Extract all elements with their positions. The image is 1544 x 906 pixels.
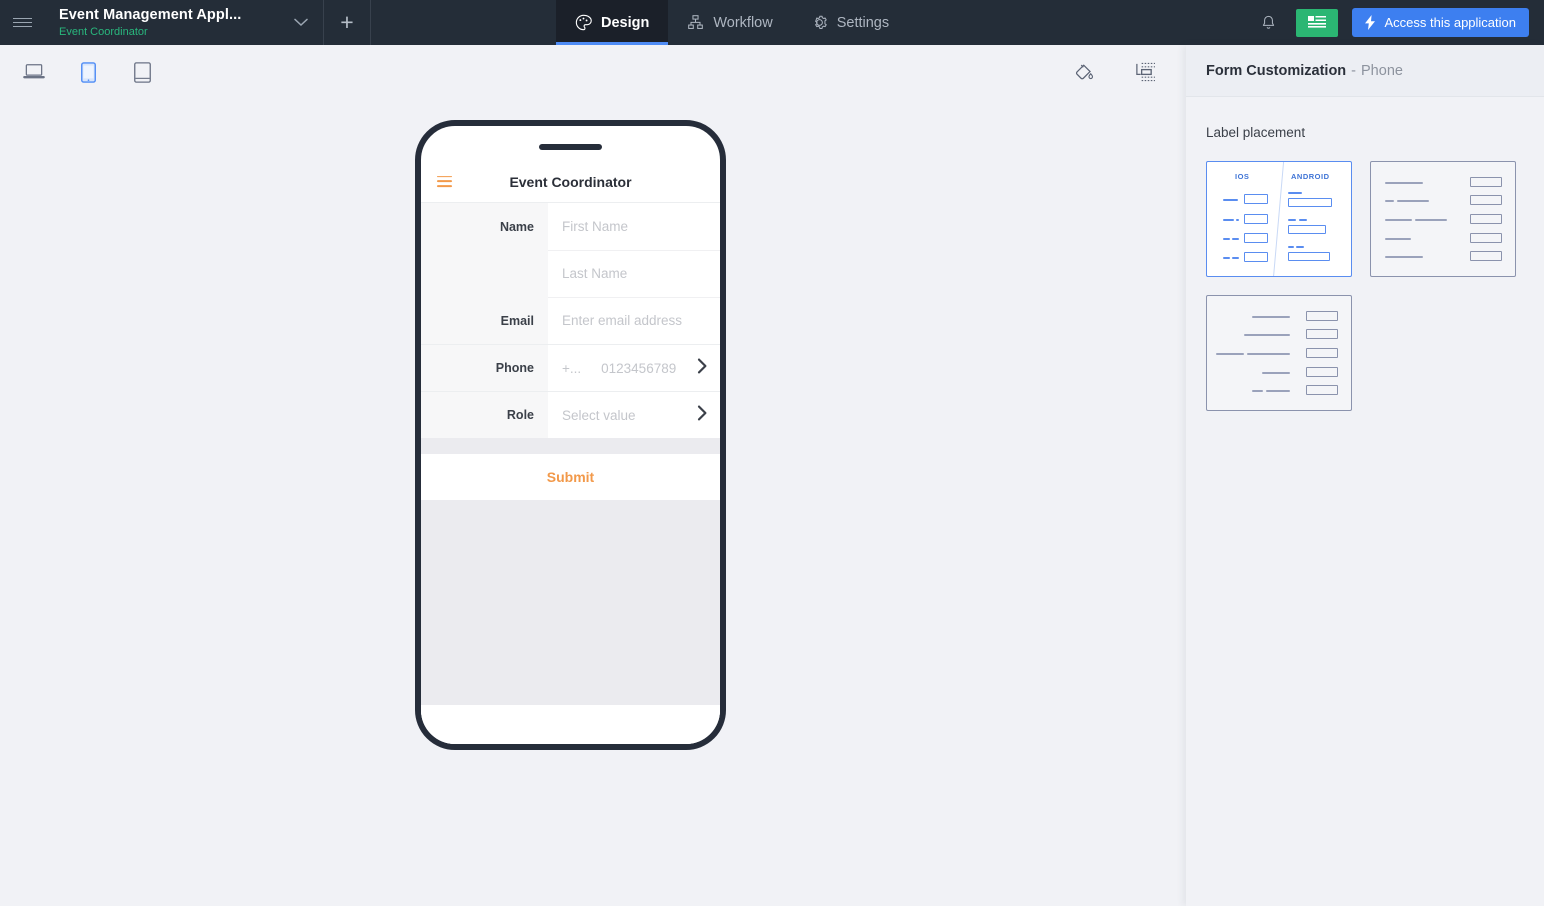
label-placement-card-right-aligned[interactable] [1206, 295, 1352, 411]
label-placement-options: IOS ANDROID [1186, 140, 1544, 411]
card-divider [1273, 161, 1285, 277]
hamburger-icon [13, 15, 32, 30]
field-input-email[interactable]: Enter email address [548, 313, 720, 328]
form-spacer [421, 438, 720, 454]
main-tabs: Design Workflow Settings [556, 0, 908, 45]
panel-header: Form Customization - Phone [1186, 45, 1544, 97]
field-country-code-phone: +... [562, 361, 581, 376]
access-application-label: Access this application [1384, 15, 1516, 30]
form-empty-area [421, 500, 720, 705]
field-input-first-name[interactable]: First Name [548, 219, 720, 234]
add-application-button[interactable]: + [324, 0, 371, 45]
tab-workflow[interactable]: Workflow [668, 0, 791, 45]
tablet-icon [134, 62, 151, 83]
field-placeholder-phone: 0123456789 [601, 361, 676, 376]
article-card-icon [1307, 15, 1327, 30]
gear-icon [811, 14, 828, 31]
palette-icon [575, 14, 592, 31]
card-label-ios: IOS [1235, 172, 1249, 181]
field-label-empty [421, 250, 548, 297]
field-divider [548, 250, 720, 251]
panel-title: Form Customization [1206, 63, 1346, 79]
field-label-name: Name [421, 203, 548, 250]
phone-icon [81, 62, 96, 83]
form-row-role: Role Select value [421, 391, 720, 438]
app-root: Event Management Appl... Event Coordinat… [0, 0, 1544, 906]
phone-menu-button[interactable] [437, 173, 452, 191]
label-placement-card-left-aligned[interactable] [1370, 161, 1516, 277]
theme-fill-button[interactable] [1070, 58, 1098, 86]
bolt-icon [1365, 15, 1376, 30]
panel-title-separator: - [1351, 63, 1356, 79]
chevron-right-icon[interactable] [697, 358, 708, 379]
tab-design-label: Design [601, 15, 649, 31]
device-tablet-button[interactable] [128, 58, 156, 86]
form-row-phone: Phone +... 0123456789 [421, 344, 720, 391]
field-input-phone[interactable]: +... 0123456789 [548, 358, 720, 379]
form-row-last-name: Last Name [421, 250, 720, 297]
form-row-email: Email Enter email address [421, 297, 720, 344]
label-placement-card-ios-android[interactable]: IOS ANDROID [1206, 161, 1352, 277]
field-label-phone: Phone [421, 345, 548, 391]
field-input-role[interactable]: Select value [548, 405, 720, 426]
phone-preview: Event Coordinator Name First Name Last N… [415, 120, 726, 750]
chevron-right-icon[interactable] [697, 405, 708, 426]
field-placeholder-role: Select value [562, 408, 636, 423]
preview-application-button[interactable] [1296, 9, 1338, 37]
design-canvas: Event Coordinator Name First Name Last N… [0, 45, 1186, 906]
field-label-email: Email [421, 297, 548, 344]
application-title-block[interactable]: Event Management Appl... Event Coordinat… [44, 0, 278, 45]
form-layout-icon [1133, 62, 1156, 82]
tab-settings-label: Settings [837, 15, 889, 31]
topbar-actions: Access this application [1254, 0, 1544, 45]
field-divider [548, 297, 720, 298]
form-row-name: Name First Name [421, 203, 720, 250]
paint-bucket-icon [1073, 61, 1096, 84]
tab-workflow-label: Workflow [713, 15, 772, 31]
main-menu-button[interactable] [0, 0, 44, 45]
workflow-icon [687, 14, 704, 31]
card-label-android: ANDROID [1291, 172, 1330, 181]
phone-speaker [539, 144, 602, 150]
submit-button[interactable]: Submit [421, 454, 720, 500]
phone-bottom-area [421, 705, 720, 750]
form-layout-button[interactable] [1130, 58, 1158, 86]
top-bar: Event Management Appl... Event Coordinat… [0, 0, 1544, 45]
phone-app-header: Event Coordinator [421, 161, 720, 203]
device-selector [20, 58, 156, 86]
field-placeholder-last-name: Last Name [562, 266, 627, 281]
field-placeholder-email: Enter email address [562, 313, 682, 328]
chevron-down-icon [294, 18, 308, 27]
form-customization-panel: Form Customization - Phone Label placeme… [1186, 45, 1544, 906]
tab-design[interactable]: Design [556, 0, 668, 45]
access-application-button[interactable]: Access this application [1352, 8, 1529, 37]
preview-form: Name First Name Last Name Email [421, 203, 720, 750]
device-phone-button[interactable] [74, 58, 102, 86]
canvas-tools [1070, 58, 1158, 86]
plus-icon: + [340, 11, 353, 34]
label-placement-heading: Label placement [1186, 97, 1544, 140]
application-subtitle: Event Coordinator [59, 26, 278, 38]
application-name: Event Management Appl... [59, 7, 278, 23]
panel-subject: Phone [1361, 63, 1403, 79]
notifications-button[interactable] [1254, 9, 1282, 37]
submit-button-label: Submit [547, 469, 594, 485]
bell-icon [1260, 14, 1277, 32]
hamburger-icon [437, 176, 452, 178]
field-input-last-name[interactable]: Last Name [548, 266, 720, 281]
field-placeholder-first-name: First Name [562, 219, 628, 234]
tab-settings[interactable]: Settings [792, 0, 908, 45]
device-desktop-button[interactable] [20, 58, 48, 86]
laptop-icon [22, 63, 46, 81]
phone-form-title: Event Coordinator [421, 174, 720, 190]
application-switcher-button[interactable] [278, 0, 324, 45]
field-label-role: Role [421, 392, 548, 438]
topbar-spacer [371, 0, 556, 45]
